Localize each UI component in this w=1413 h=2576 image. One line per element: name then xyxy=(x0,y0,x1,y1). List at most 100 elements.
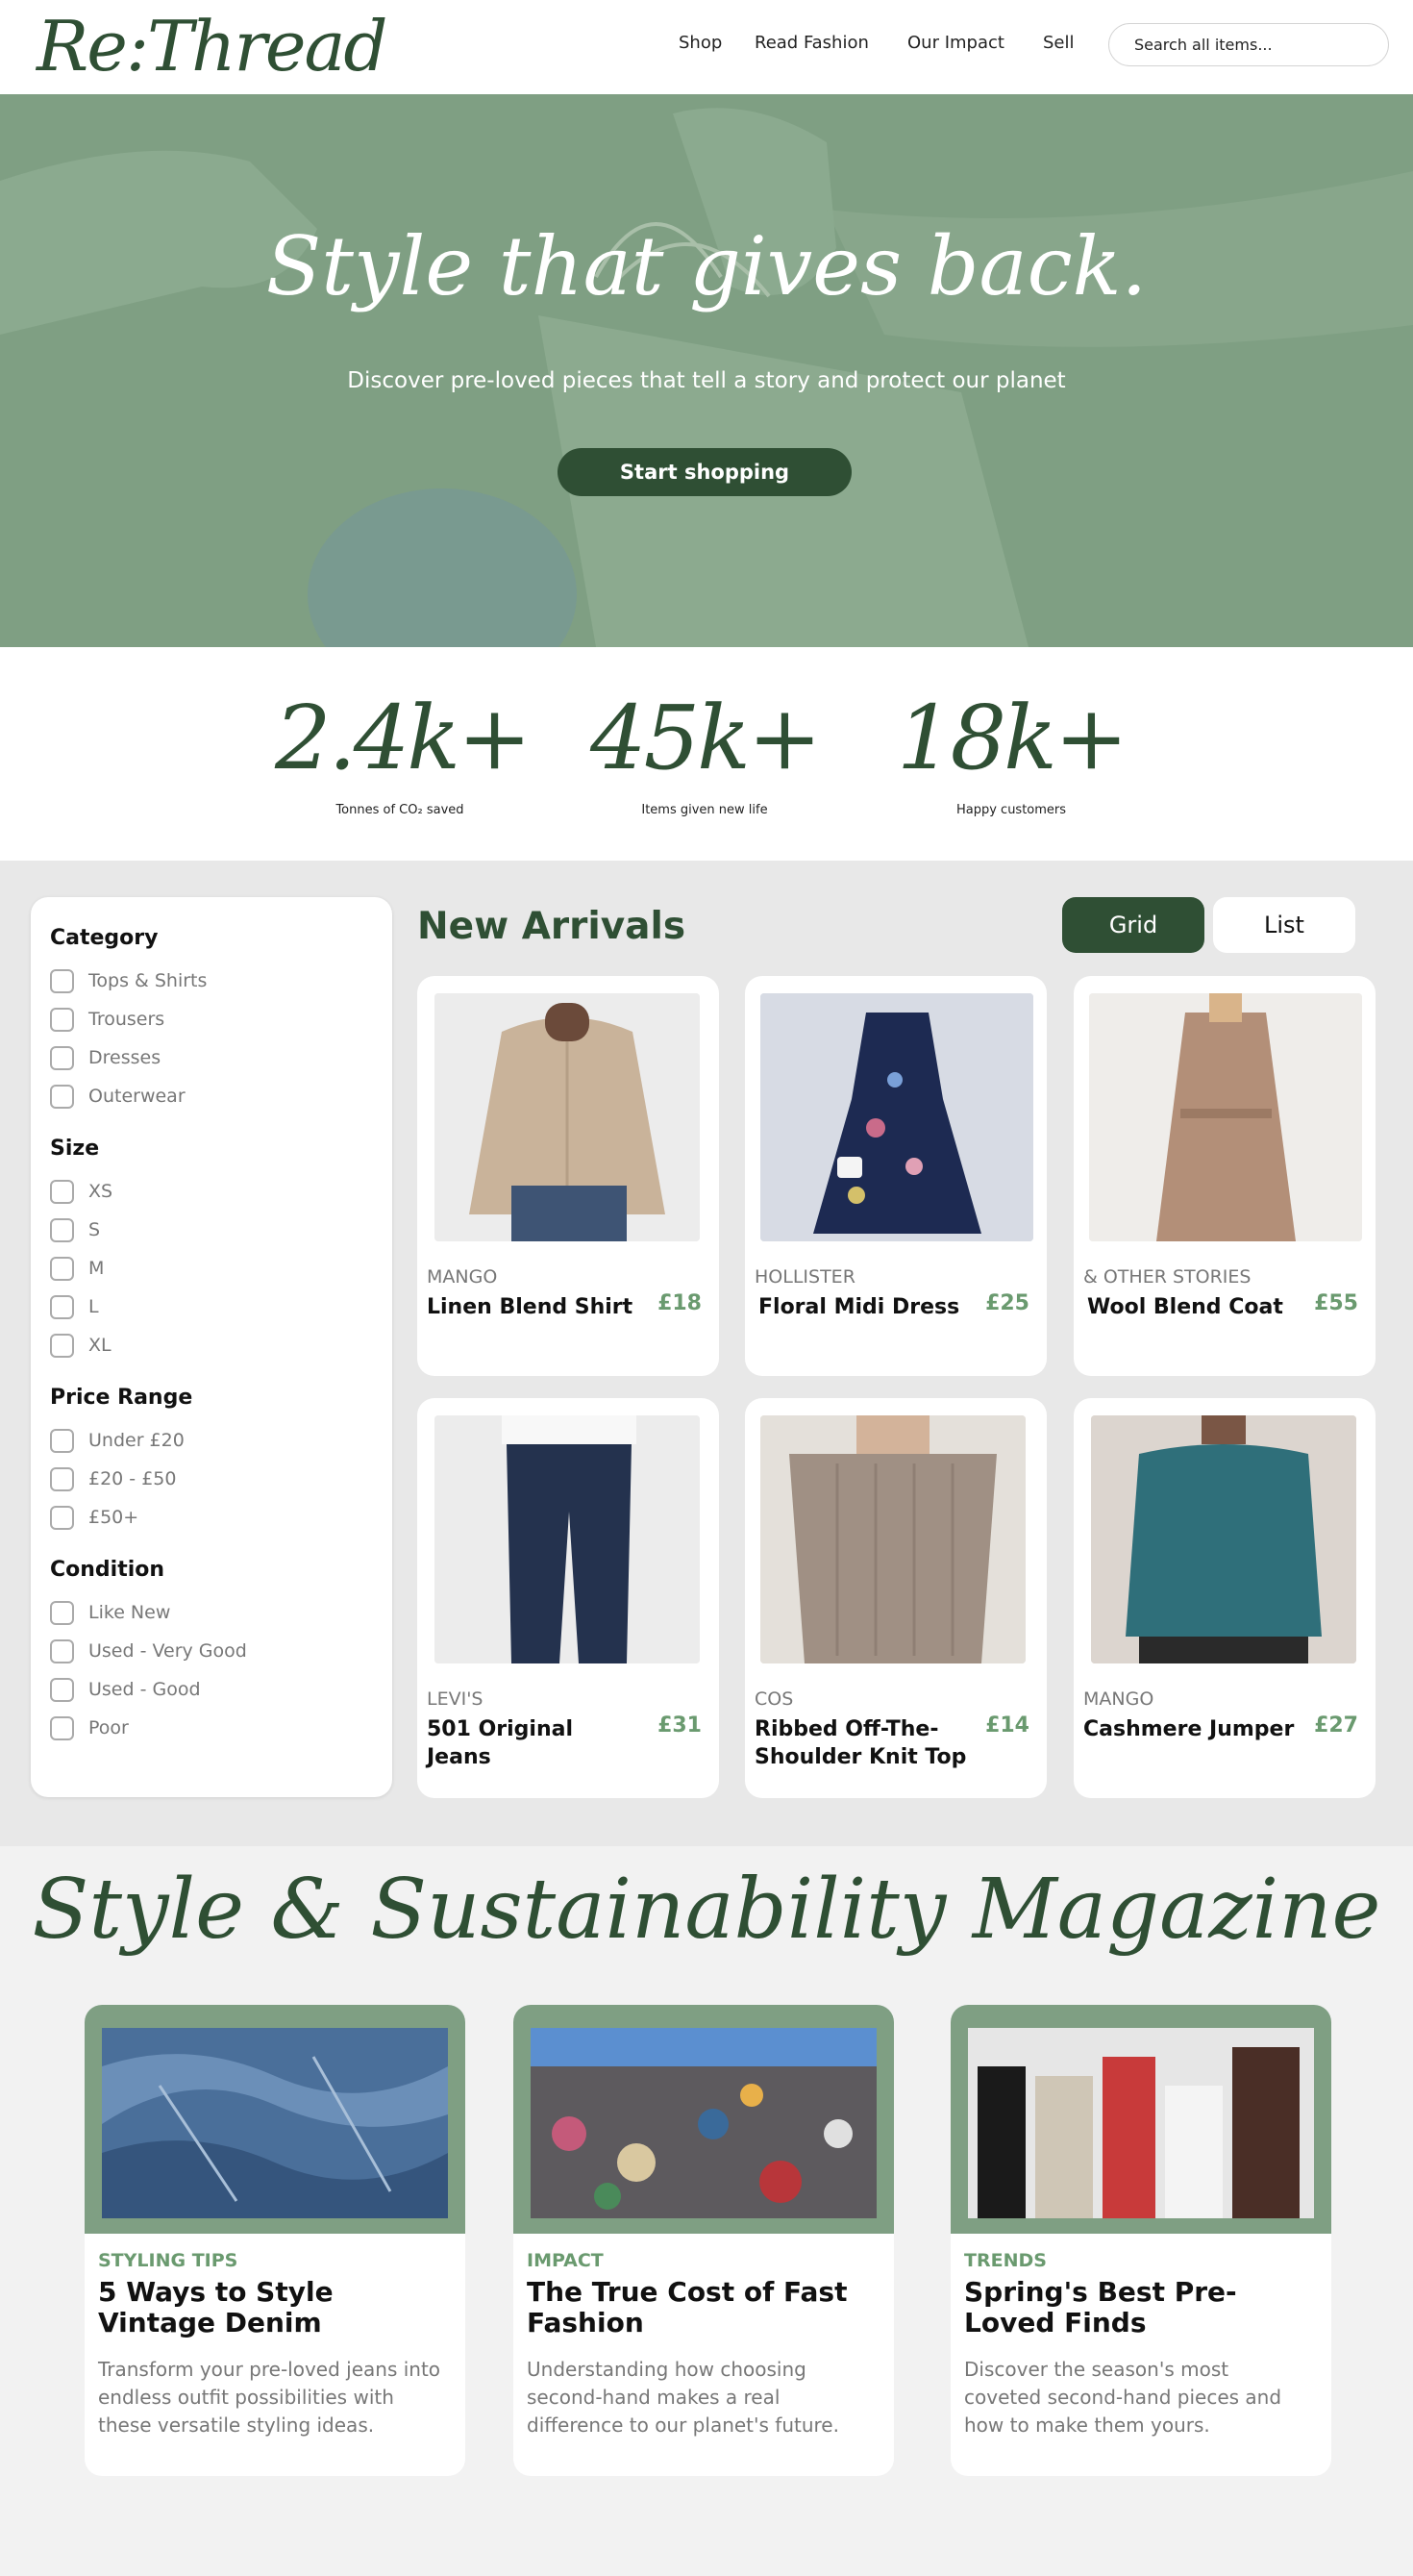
filter-heading: Price Range xyxy=(50,1386,193,1410)
nav-read-fashion[interactable]: Read Fashion xyxy=(755,33,869,53)
product-image[interactable] xyxy=(434,993,700,1241)
filter-option[interactable]: Tops & Shirts xyxy=(50,962,373,1000)
nav-sell[interactable]: Sell xyxy=(1043,33,1075,53)
article-image[interactable] xyxy=(531,2028,877,2218)
site-logo[interactable]: Re:Thread xyxy=(37,6,388,87)
checkbox[interactable] xyxy=(50,1428,74,1453)
checkbox[interactable] xyxy=(50,1505,74,1530)
list-view-button[interactable]: List xyxy=(1213,897,1355,953)
filter-option[interactable]: £50+ xyxy=(50,1498,373,1537)
product-brand: & OTHER STORIES xyxy=(1083,1266,1252,1288)
product-card[interactable]: COS Ribbed Off-The-Shoulder Knit Top £14 xyxy=(745,1398,1047,1798)
impact-stats: 2.4k+ Tonnes of CO₂ saved 45k+ Items giv… xyxy=(0,647,1413,861)
product-card[interactable]: HOLLISTER Floral Midi Dress £25 xyxy=(745,976,1047,1376)
filter-option[interactable]: £20 - £50 xyxy=(50,1460,373,1498)
product-card[interactable]: MANGO Cashmere Jumper £27 xyxy=(1074,1398,1376,1798)
article-card[interactable]: IMPACT The True Cost of Fast Fashion Und… xyxy=(513,2005,894,2476)
filter-group-category: Category Tops & Shirts Trousers Dresses … xyxy=(50,926,373,1115)
checkbox[interactable] xyxy=(50,1466,74,1491)
checkbox[interactable] xyxy=(50,1007,74,1032)
product-name[interactable]: Cashmere Jumper xyxy=(1083,1715,1300,1743)
checkbox[interactable] xyxy=(50,1179,74,1204)
product-price: £55 xyxy=(1314,1291,1358,1315)
article-description: Understanding how choosing second-hand m… xyxy=(527,2358,839,2437)
checkbox[interactable] xyxy=(50,1715,74,1740)
product-brand: HOLLISTER xyxy=(755,1266,855,1288)
filter-option[interactable]: S xyxy=(50,1211,373,1249)
product-name[interactable]: Wool Blend Coat xyxy=(1087,1293,1303,1321)
checkbox[interactable] xyxy=(50,1217,74,1242)
filter-option-label: Under £20 xyxy=(88,1430,185,1451)
checkbox[interactable] xyxy=(50,1084,74,1109)
new-arrivals-title: New Arrivals xyxy=(417,905,686,948)
filter-option[interactable]: XS xyxy=(50,1172,373,1211)
start-shopping-button[interactable]: Start shopping xyxy=(558,448,852,496)
nav-shop[interactable]: Shop xyxy=(679,33,722,53)
filter-group-size: Size XS S M L XL xyxy=(50,1137,373,1364)
product-card[interactable]: LEVI'S 501 Original Jeans £31 xyxy=(417,1398,719,1798)
filter-option-label: S xyxy=(88,1219,101,1240)
filter-option-label: Poor xyxy=(88,1717,129,1738)
filter-option-label: Trousers xyxy=(88,1009,165,1030)
article-image[interactable] xyxy=(968,2028,1314,2218)
filter-option[interactable]: Used - Good xyxy=(50,1670,373,1709)
product-name[interactable]: 501 Original Jeans xyxy=(427,1715,643,1771)
article-title[interactable]: Spring's Best Pre-Loved Finds xyxy=(964,2277,1320,2338)
product-image[interactable] xyxy=(760,993,1033,1241)
filter-option[interactable]: Dresses xyxy=(50,1038,373,1077)
checkbox[interactable] xyxy=(50,1045,74,1070)
checkbox[interactable] xyxy=(50,1677,74,1702)
article-title[interactable]: The True Cost of Fast Fashion xyxy=(527,2277,882,2338)
site-header: Re:Thread Shop Read Fashion Our Impact S… xyxy=(0,0,1413,94)
article-category: TRENDS xyxy=(964,2250,1047,2271)
grid-view-button[interactable]: Grid xyxy=(1062,897,1204,953)
filter-option[interactable]: Trousers xyxy=(50,1000,373,1038)
filter-option[interactable]: Poor xyxy=(50,1709,373,1747)
article-description: Discover the season's most coveted secon… xyxy=(964,2358,1282,2437)
filter-option[interactable]: Outerwear xyxy=(50,1077,373,1115)
filter-option[interactable]: XL xyxy=(50,1326,373,1364)
filter-option[interactable]: M xyxy=(50,1249,373,1288)
article-card[interactable]: TRENDS Spring's Best Pre-Loved Finds Dis… xyxy=(951,2005,1331,2476)
checkbox[interactable] xyxy=(50,968,74,993)
filter-option[interactable]: Like New xyxy=(50,1593,373,1632)
filter-group-price: Price Range Under £20 £20 - £50 £50+ xyxy=(50,1386,373,1537)
stat-items: 45k+ Items given new life xyxy=(580,686,830,817)
product-name[interactable]: Ribbed Off-The-Shoulder Knit Top xyxy=(755,1715,971,1771)
filter-option[interactable]: L xyxy=(50,1288,373,1326)
filter-heading: Size xyxy=(50,1137,100,1161)
checkbox[interactable] xyxy=(50,1294,74,1319)
checkbox[interactable] xyxy=(50,1638,74,1663)
filter-option-label: M xyxy=(88,1258,105,1279)
filter-group-condition: Condition Like New Used - Very Good Used… xyxy=(50,1558,373,1747)
stat-label: Tonnes of CO₂ saved xyxy=(335,803,464,817)
product-card[interactable]: & OTHER STORIES Wool Blend Coat £55 xyxy=(1074,976,1376,1376)
article-card[interactable]: STYLING TIPS 5 Ways to Style Vintage Den… xyxy=(85,2005,465,2476)
article-image[interactable] xyxy=(102,2028,448,2218)
filter-option-label: L xyxy=(88,1296,99,1317)
product-name[interactable]: Linen Blend Shirt xyxy=(427,1293,643,1321)
article-image-frame xyxy=(513,2005,894,2234)
product-image[interactable] xyxy=(760,1415,1026,1663)
stat-label: Happy customers xyxy=(955,803,1067,817)
product-image[interactable] xyxy=(434,1415,700,1663)
product-brand: MANGO xyxy=(427,1266,498,1288)
checkbox[interactable] xyxy=(50,1600,74,1625)
stat-customers: 18k+ Happy customers xyxy=(886,686,1136,817)
article-title[interactable]: 5 Ways to Style Vintage Denim xyxy=(98,2277,454,2338)
filter-option[interactable]: Used - Very Good xyxy=(50,1632,373,1670)
hero-title: Style that gives back. xyxy=(265,219,1148,313)
product-image[interactable] xyxy=(1091,1415,1356,1663)
product-card[interactable]: MANGO Linen Blend Shirt £18 xyxy=(417,976,719,1376)
stat-value: 18k+ xyxy=(897,687,1128,789)
filter-option-label: Like New xyxy=(88,1602,171,1623)
filter-heading: Condition xyxy=(50,1558,165,1582)
filter-option[interactable]: Under £20 xyxy=(50,1421,373,1460)
product-name[interactable]: Floral Midi Dress xyxy=(758,1293,975,1321)
nav-our-impact[interactable]: Our Impact xyxy=(907,33,1004,53)
product-image[interactable] xyxy=(1089,993,1362,1241)
filters-sidebar: Category Tops & Shirts Trousers Dresses … xyxy=(31,897,392,1797)
search-input[interactable] xyxy=(1108,23,1389,66)
checkbox[interactable] xyxy=(50,1333,74,1358)
checkbox[interactable] xyxy=(50,1256,74,1281)
